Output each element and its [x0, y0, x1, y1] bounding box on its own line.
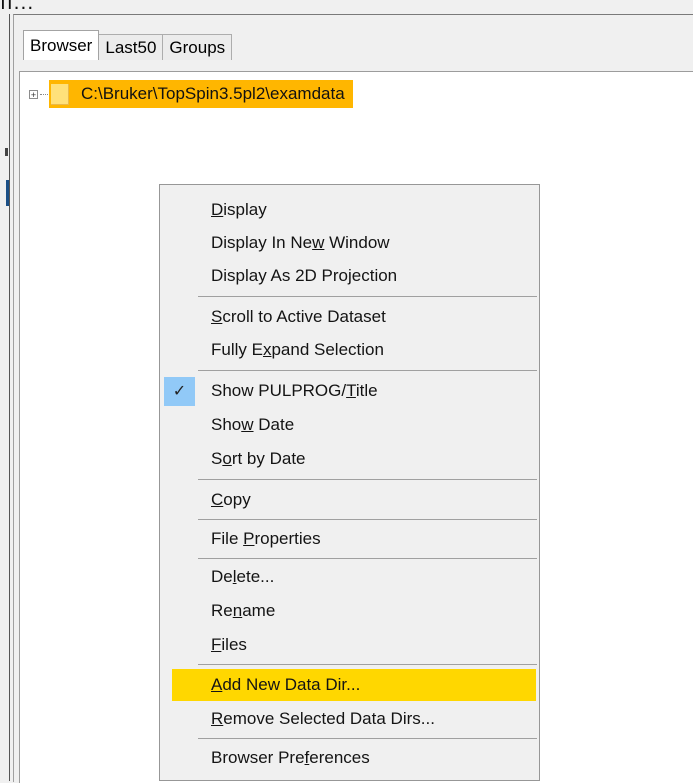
expand-plus-icon[interactable]: +	[29, 89, 38, 99]
checkmark-icon: ✓	[164, 377, 195, 406]
menu-item-sort-by-date[interactable]: Sort by Date	[161, 443, 538, 476]
tree-row-examdata[interactable]: + C:\Bruker\TopSpin3.5pl2\examdata	[29, 80, 353, 108]
menu-separator	[198, 738, 537, 739]
menu-item-label: File Properties	[211, 529, 321, 548]
menu-separator	[198, 296, 537, 297]
folder-icon	[51, 83, 69, 105]
tab-browser[interactable]: Browser	[23, 30, 100, 60]
menu-item-label: Display	[211, 200, 267, 219]
cut-off-title-fragment: ıı...	[0, 0, 35, 14]
menu-separator	[198, 558, 537, 559]
menu-item-label: Browser Preferences	[211, 748, 370, 767]
menu-item-label: Remove Selected Data Dirs...	[211, 709, 435, 728]
menu-item-add-new-data-dir[interactable]: Add New Data Dir...	[172, 669, 536, 701]
menu-item-label: Display As 2D Projection	[211, 266, 398, 285]
menu-item-delete[interactable]: Delete...	[161, 561, 538, 594]
menu-item-remove-selected-data-dirs[interactable]: Remove Selected Data Dirs...	[161, 703, 538, 736]
tab-last50[interactable]: Last50	[98, 34, 164, 60]
menu-item-label: Copy	[211, 490, 251, 509]
menu-separator	[198, 479, 537, 480]
menu-item-label: Files	[211, 635, 247, 654]
tab-groups[interactable]: Groups	[162, 34, 233, 60]
menu-item-display-in-new-window[interactable]: Display In New Window	[161, 227, 538, 260]
menu-item-display-as-2d-projection[interactable]: Display As 2D Projection	[161, 260, 538, 293]
menu-separator	[198, 664, 537, 665]
menu-item-label: Display In New Window	[211, 233, 390, 252]
menu-item-label: Scroll to Active Dataset	[211, 307, 386, 326]
menu-item-label: Show Date	[211, 415, 295, 434]
menu-item-copy[interactable]: Copy	[161, 484, 538, 517]
menu-item-show-pulprog-title[interactable]: ✓ Show PULPROG/Title	[161, 375, 538, 408]
menu-item-label: Show PULPROG/Title	[211, 381, 378, 400]
menu-item-browser-preferences[interactable]: Browser Preferences	[161, 742, 538, 775]
menu-item-scroll-to-active-dataset[interactable]: Scroll to Active Dataset	[161, 301, 538, 334]
menu-item-file-properties[interactable]: File Properties	[161, 523, 538, 556]
left-edge-accent	[6, 180, 9, 206]
menu-item-label: Add New Data Dir...	[211, 675, 361, 694]
menu-item-label: Fully Expand Selection	[211, 340, 384, 359]
menu-item-files[interactable]: Files	[161, 629, 538, 662]
left-edge-mark	[5, 148, 8, 156]
context-menu: Display Display In New Window Display As…	[159, 184, 540, 781]
selected-tree-node[interactable]: C:\Bruker\TopSpin3.5pl2\examdata	[49, 80, 353, 108]
left-window-border	[9, 14, 10, 781]
browser-tabs: Browser Last50 Groups	[23, 30, 233, 60]
menu-item-label: Rename	[211, 601, 276, 620]
menu-item-display[interactable]: Display	[161, 194, 538, 227]
tree-connector	[40, 93, 48, 95]
menu-item-label: Delete...	[211, 567, 275, 586]
tree-node-label: C:\Bruker\TopSpin3.5pl2\examdata	[81, 84, 345, 103]
menu-separator	[198, 519, 537, 520]
menu-item-rename[interactable]: Rename	[161, 595, 538, 628]
menu-item-label: Sort by Date	[211, 449, 306, 468]
menu-item-fully-expand-selection[interactable]: Fully Expand Selection	[161, 334, 538, 367]
menu-item-show-date[interactable]: Show Date	[161, 409, 538, 442]
menu-separator	[198, 370, 537, 371]
